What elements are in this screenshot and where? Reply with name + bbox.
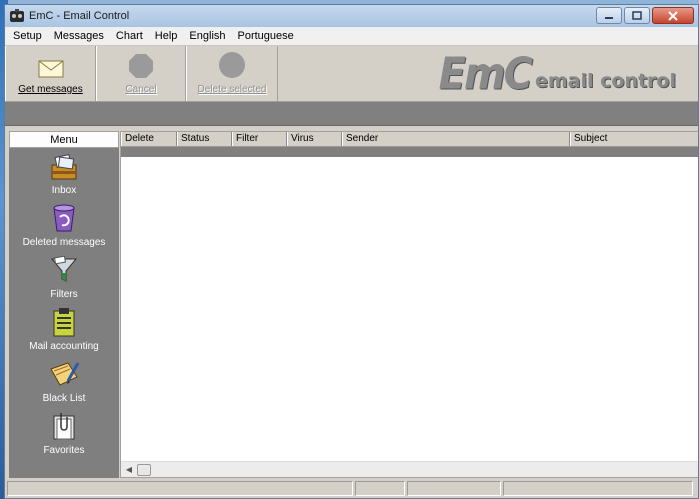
- delete-selected-label: Delete selected: [197, 84, 267, 95]
- list-header-strip: [121, 147, 698, 157]
- sidebar-item-favorites[interactable]: Favorites: [9, 408, 119, 460]
- status-panel-4: [503, 481, 693, 496]
- sidebar-item-inbox[interactable]: Inbox: [9, 148, 119, 200]
- sidebar-item-label: Mail accounting: [29, 341, 99, 352]
- funnel-filter-icon: [50, 255, 78, 282]
- menu-help[interactable]: Help: [149, 27, 184, 46]
- recycle-bin-icon: [53, 204, 75, 232]
- column-header-virus[interactable]: Virus: [287, 132, 342, 146]
- close-icon: [668, 10, 678, 21]
- stop-octagon-icon: [129, 54, 153, 78]
- cancel-label: Cancel: [125, 84, 157, 95]
- notebook-pen-icon: [50, 362, 80, 386]
- cancel-button[interactable]: Cancel: [96, 46, 186, 101]
- sidebar-item-label: Inbox: [51, 185, 77, 196]
- column-header-filter[interactable]: Filter: [232, 132, 287, 146]
- horizontal-scrollbar[interactable]: ◀: [121, 461, 698, 478]
- column-header-sender[interactable]: Sender: [342, 132, 570, 146]
- sidebar-header: Menu: [9, 131, 119, 148]
- window-title: EmC - Email Control: [29, 10, 130, 22]
- maximize-button[interactable]: [624, 7, 650, 24]
- close-button[interactable]: [652, 7, 694, 24]
- menu-setup[interactable]: Setup: [7, 27, 48, 46]
- app-window: EmC - Email Control Setup Messages Chart…: [4, 4, 699, 499]
- minimize-button[interactable]: [596, 7, 622, 24]
- envelope-icon: [38, 60, 63, 78]
- menu-portuguese[interactable]: Portuguese: [232, 27, 300, 46]
- menu-english[interactable]: English: [183, 27, 231, 46]
- app-logo-icon: [10, 9, 24, 22]
- scroll-left-icon[interactable]: ◀: [121, 462, 137, 478]
- message-list: Delete Status Filter Virus Sender Subjec…: [120, 131, 698, 478]
- sidebar-item-label: Favorites: [43, 445, 85, 456]
- column-header-row: Delete Status Filter Virus Sender Subjec…: [121, 132, 698, 147]
- menu-messages[interactable]: Messages: [48, 27, 110, 46]
- status-bar: [5, 479, 698, 498]
- sidebar-item-mail-accounting[interactable]: Mail accounting: [9, 304, 119, 356]
- delete-selected-button[interactable]: Delete selected: [186, 46, 278, 101]
- status-panel-2: [355, 481, 405, 496]
- emc-logo: EmC email control: [438, 48, 676, 100]
- sidebar: Menu Inbox Deleted messages Filters Mail…: [9, 131, 119, 478]
- sidebar-item-black-list[interactable]: Black List: [9, 356, 119, 408]
- column-header-subject[interactable]: Subject: [570, 132, 698, 146]
- minimize-icon: [605, 16, 613, 19]
- maximize-icon: [632, 11, 642, 20]
- column-header-status[interactable]: Status: [177, 132, 232, 146]
- sidebar-item-label: Filters: [50, 289, 78, 300]
- toolbar-separator-bar: [5, 102, 698, 126]
- sidebar-item-label: Black List: [42, 393, 86, 404]
- logo-sub-text: email control: [534, 70, 676, 92]
- folder-clip-icon: [53, 413, 75, 440]
- sidebar-item-filters[interactable]: Filters: [9, 252, 119, 304]
- column-header-delete[interactable]: Delete: [121, 132, 177, 146]
- get-messages-button[interactable]: Get messages: [5, 46, 96, 101]
- delete-circle-icon: [219, 52, 245, 78]
- toolbar: Get messages Cancel Delete selected EmC …: [5, 46, 698, 102]
- menu-bar: Setup Messages Chart Help English Portug…: [5, 27, 698, 46]
- clipboard-icon: [53, 308, 75, 337]
- status-panel-1: [7, 481, 353, 496]
- title-bar[interactable]: EmC - Email Control: [5, 5, 698, 27]
- menu-chart[interactable]: Chart: [110, 27, 149, 46]
- inbox-icon: [51, 154, 77, 180]
- sidebar-item-label: Deleted messages: [22, 237, 106, 248]
- get-messages-label: Get messages: [18, 84, 83, 95]
- sidebar-item-deleted-messages[interactable]: Deleted messages: [9, 200, 119, 252]
- logo-main-text: EmC: [438, 48, 533, 100]
- scroll-thumb[interactable]: [137, 463, 151, 476]
- main-area: Menu Inbox Deleted messages Filters Mail…: [5, 128, 698, 478]
- status-panel-3: [407, 481, 501, 496]
